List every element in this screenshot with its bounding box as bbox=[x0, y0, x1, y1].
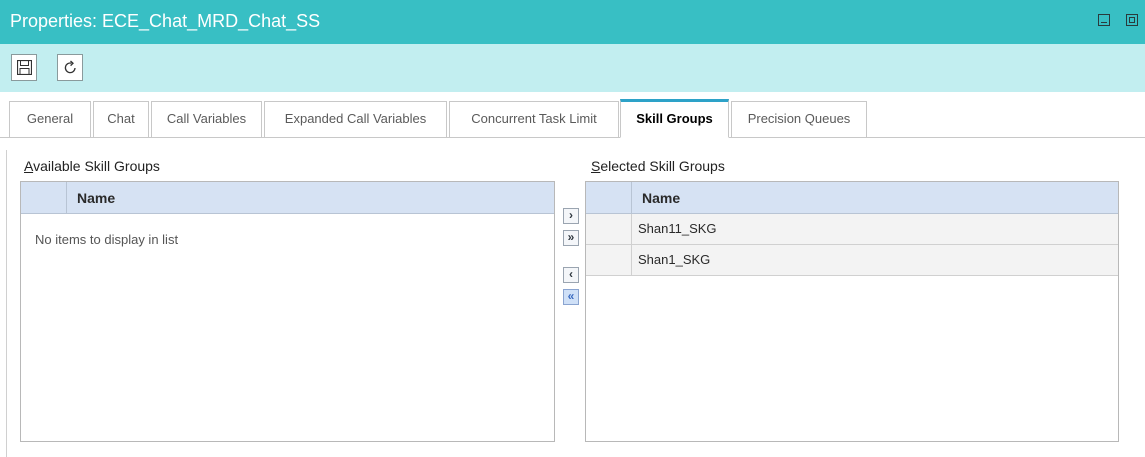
move-left-button[interactable]: ‹ bbox=[563, 267, 579, 283]
selected-skill-groups-list[interactable]: Name Shan11_SKG Shan1_SKG bbox=[585, 181, 1119, 442]
window-title: Properties: ECE_Chat_MRD_Chat_SS bbox=[10, 11, 321, 31]
available-list-header: Name bbox=[21, 182, 554, 214]
tab-expanded-call-variables[interactable]: Expanded Call Variables bbox=[264, 101, 447, 137]
maximize-icon[interactable] bbox=[1126, 14, 1138, 26]
tab-general[interactable]: General bbox=[9, 101, 91, 137]
move-all-left-icon: « bbox=[567, 289, 575, 303]
tab-precision-queues[interactable]: Precision Queues bbox=[731, 101, 867, 137]
empty-list-message: No items to display in list bbox=[35, 232, 179, 247]
move-all-right-button[interactable]: » bbox=[563, 230, 579, 246]
name-column-header[interactable]: Name bbox=[642, 190, 680, 206]
refresh-button[interactable] bbox=[57, 54, 83, 81]
refresh-icon bbox=[64, 60, 76, 74]
list-item[interactable]: Shan1_SKG bbox=[586, 245, 1118, 276]
available-skill-groups-list[interactable]: Name No items to display in list bbox=[20, 181, 555, 442]
list-item[interactable]: Shan11_SKG bbox=[586, 214, 1118, 245]
toolbar bbox=[0, 44, 1145, 92]
title-bar: Properties: ECE_Chat_MRD_Chat_SS bbox=[0, 0, 1145, 44]
skill-group-name: Shan1_SKG bbox=[638, 252, 711, 267]
save-icon bbox=[17, 60, 32, 75]
tab-call-variables[interactable]: Call Variables bbox=[151, 101, 262, 137]
row-selector-header bbox=[586, 182, 632, 213]
save-button[interactable] bbox=[11, 54, 37, 81]
move-all-right-icon: » bbox=[567, 230, 575, 244]
move-all-left-button[interactable]: « bbox=[563, 289, 579, 305]
tab-strip: General Chat Call Variables Expanded Cal… bbox=[0, 99, 1145, 138]
move-right-button[interactable]: › bbox=[563, 208, 579, 224]
name-column-header[interactable]: Name bbox=[77, 190, 115, 206]
selected-list-header: Name bbox=[586, 182, 1118, 214]
move-left-icon: ‹ bbox=[569, 267, 573, 281]
tab-concurrent-task-limit[interactable]: Concurrent Task Limit bbox=[449, 101, 619, 137]
tab-skill-groups[interactable]: Skill Groups bbox=[620, 99, 729, 138]
row-selector-header bbox=[21, 182, 67, 213]
minimize-icon[interactable] bbox=[1098, 14, 1110, 26]
skill-group-name: Shan11_SKG bbox=[638, 221, 717, 236]
content-border bbox=[6, 150, 7, 457]
move-right-icon: › bbox=[569, 208, 573, 222]
available-skill-groups-label: Available Skill Groups bbox=[24, 158, 160, 174]
tab-chat[interactable]: Chat bbox=[93, 101, 149, 137]
selected-skill-groups-label: Selected Skill Groups bbox=[591, 158, 725, 174]
row-selector[interactable] bbox=[586, 245, 632, 275]
row-selector[interactable] bbox=[586, 214, 632, 244]
